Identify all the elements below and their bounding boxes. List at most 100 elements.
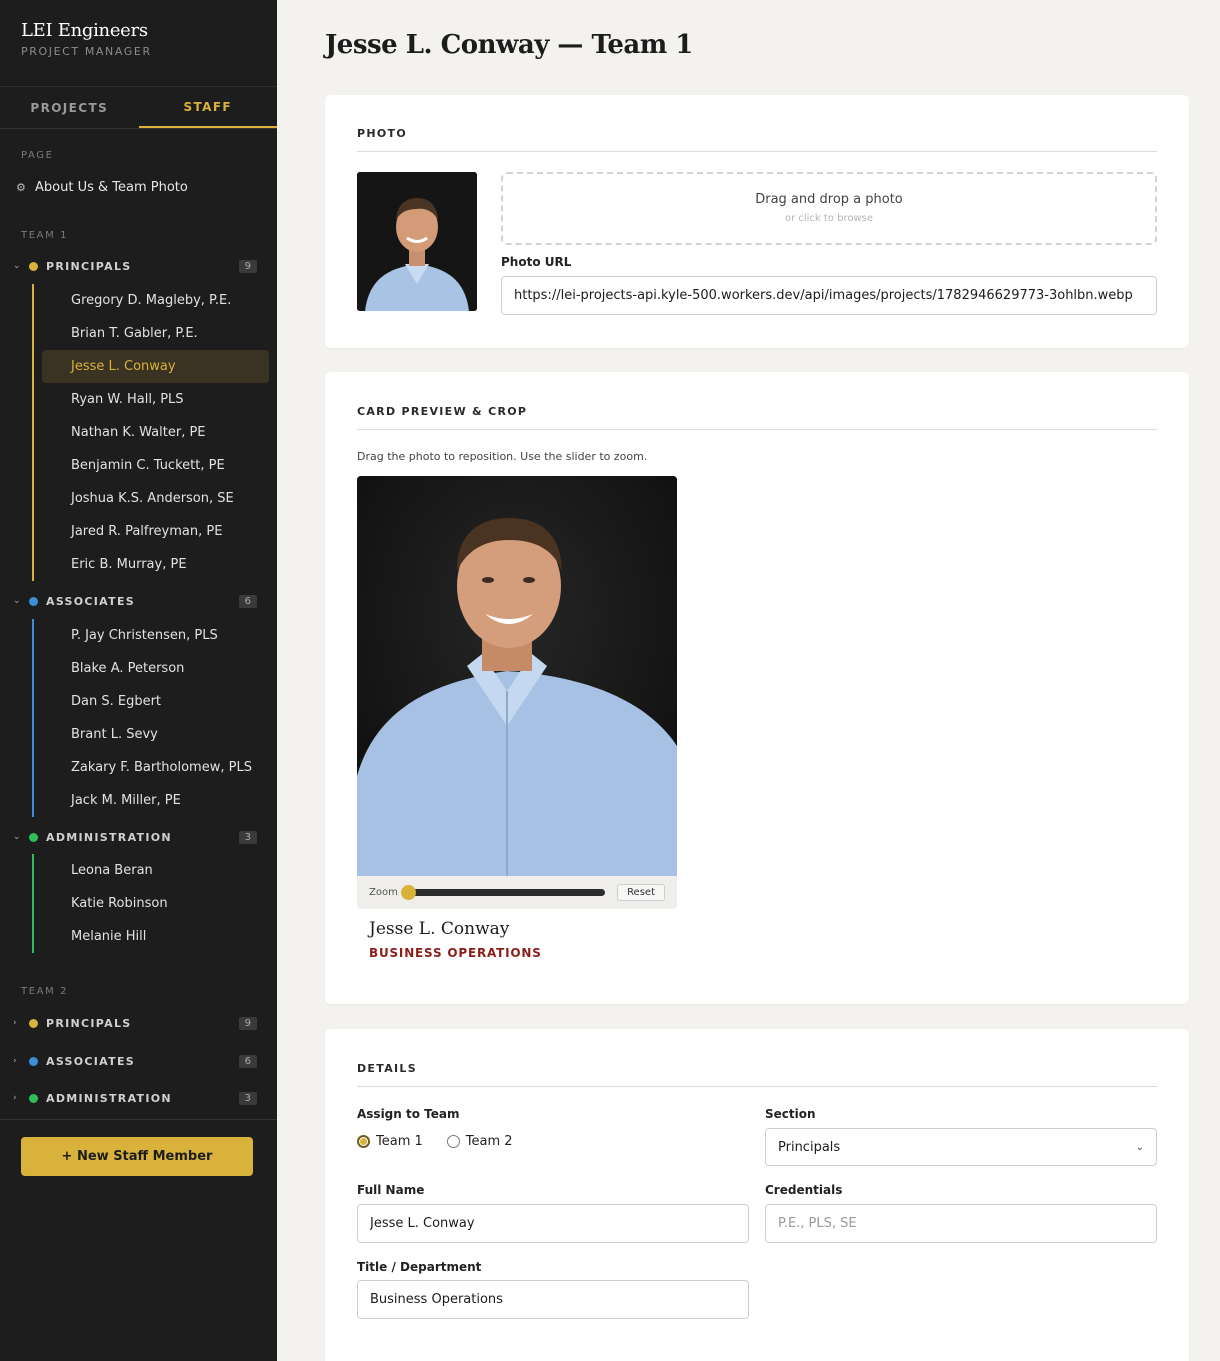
staff-item[interactable]: Jack M. Miller, PE: [32, 784, 277, 817]
group-header-administration[interactable]: › ADMINISTRATION 3: [0, 1087, 277, 1109]
card-preview-title: BUSINESS OPERATIONS: [369, 946, 542, 960]
status-dot: [29, 1093, 38, 1103]
sidebar-divider: [0, 1119, 277, 1120]
sidebar-item-label: About Us & Team Photo: [35, 179, 188, 195]
photo-dropzone[interactable]: Drag and drop a photo or click to browse: [501, 172, 1157, 245]
count-badge: 9: [238, 1016, 257, 1030]
chevron-down-icon: ⌄: [13, 261, 21, 271]
zoom-slider-handle[interactable]: [401, 885, 416, 900]
full-name-input[interactable]: [357, 1204, 749, 1243]
chevron-down-icon: ⌄: [13, 596, 21, 606]
sidebar: LEI Engineers PROJECT MANAGER PROJECTS S…: [0, 0, 277, 1361]
team1-label: TEAM 1: [21, 230, 69, 241]
credentials-label: Credentials: [765, 1183, 843, 1197]
staff-item[interactable]: Brian T. Gabler, P.E.: [32, 317, 277, 350]
staff-item[interactable]: Ryan W. Hall, PLS: [32, 383, 277, 416]
status-dot: [29, 261, 38, 271]
staff-item[interactable]: Nathan K. Walter, PE: [32, 416, 277, 449]
staff-item[interactable]: Zakary F. Bartholomew, PLS: [32, 751, 277, 784]
group-header-associates[interactable]: ⌄ ASSOCIATES 6: [0, 590, 277, 612]
team1-radio-label: Team 1: [376, 1134, 423, 1149]
crop-area: Zoom Reset: [357, 476, 677, 909]
staff-item[interactable]: Gregory D. Magleby, P.E.: [32, 284, 277, 317]
details-card: DETAILS Assign to Team Team 1 Team 2 Sec…: [325, 1029, 1189, 1361]
group-title: PRINCIPALS: [46, 259, 132, 273]
group-title: ASSOCIATES: [46, 594, 135, 608]
department-label: Title / Department: [357, 1260, 482, 1274]
count-badge: 3: [238, 1091, 257, 1105]
staff-item[interactable]: Eric B. Murray, PE: [32, 548, 277, 581]
group-rail: [32, 854, 34, 953]
staff-item[interactable]: Benjamin C. Tuckett, PE: [32, 449, 277, 482]
sidebar-item-about-us[interactable]: ⚙ About Us & Team Photo: [0, 176, 277, 198]
group-header-principals[interactable]: › PRINCIPALS 9: [0, 1012, 277, 1034]
status-dot: [29, 832, 38, 842]
tab-projects[interactable]: PROJECTS: [0, 87, 139, 128]
brand: LEI Engineers PROJECT MANAGER: [0, 0, 277, 87]
staff-item[interactable]: Leona Beran: [32, 854, 277, 887]
count-badge: 6: [238, 594, 257, 608]
team1-radio[interactable]: [357, 1135, 370, 1148]
staff-item[interactable]: Melanie Hill: [32, 920, 277, 953]
section-label: Section: [765, 1107, 816, 1121]
details-heading: DETAILS: [357, 1062, 1157, 1087]
crop-photo[interactable]: [357, 476, 677, 876]
status-dot: [29, 596, 38, 606]
group-header-principals[interactable]: ⌄ PRINCIPALS 9: [0, 255, 277, 277]
chevron-right-icon: ›: [13, 1093, 17, 1103]
group-title: ADMINISTRATION: [46, 830, 172, 844]
preview-hint: Drag the photo to reposition. Use the sl…: [357, 450, 648, 463]
staff-item[interactable]: Joshua K.S. Anderson, SE: [32, 482, 277, 515]
team1-administration-group: ⌄ ADMINISTRATION 3 Leona Beran Katie Rob…: [0, 826, 277, 953]
group-rail: [32, 284, 34, 581]
card-preview-card: CARD PREVIEW & CROP Drag the photo to re…: [325, 372, 1189, 1004]
staff-item[interactable]: Brant L. Sevy: [32, 718, 277, 751]
staff-item[interactable]: Blake A. Peterson: [32, 652, 277, 685]
member-list: Leona Beran Katie Robinson Melanie Hill: [32, 854, 277, 953]
tab-staff[interactable]: STAFF: [138, 87, 277, 128]
staff-item[interactable]: Katie Robinson: [32, 887, 277, 920]
full-name-label: Full Name: [357, 1183, 425, 1197]
group-rail: [32, 619, 34, 817]
photo-url-input[interactable]: [501, 276, 1157, 315]
credentials-input[interactable]: [765, 1204, 1157, 1243]
member-list: P. Jay Christensen, PLS Blake A. Peterso…: [32, 619, 277, 817]
page-section-label: PAGE: [21, 150, 54, 161]
dropzone-label: Drag and drop a photo: [755, 192, 903, 207]
staff-item[interactable]: Jared R. Palfreyman, PE: [32, 515, 277, 548]
reset-button[interactable]: Reset: [617, 884, 665, 901]
section-select-value: Principals: [778, 1139, 841, 1155]
page-title: Jesse L. Conway — Team 1: [325, 30, 693, 60]
count-badge: 9: [238, 259, 257, 273]
photo-thumbnail: [357, 172, 477, 311]
count-badge: 3: [238, 830, 257, 844]
chevron-down-icon: ⌄: [13, 832, 21, 842]
group-header-associates[interactable]: › ASSOCIATES 6: [0, 1050, 277, 1072]
chevron-right-icon: ›: [13, 1018, 17, 1028]
card-preview-name: Jesse L. Conway: [369, 919, 510, 939]
brand-subtitle: PROJECT MANAGER: [21, 45, 152, 58]
team-radio-group: Team 1 Team 2: [357, 1134, 513, 1149]
photo-url-label: Photo URL: [501, 255, 572, 269]
group-title: ADMINISTRATION: [46, 1091, 172, 1105]
gear-icon: ⚙: [16, 180, 26, 194]
brand-name: LEI Engineers: [21, 20, 148, 41]
staff-item[interactable]: Dan S. Egbert: [32, 685, 277, 718]
staff-item[interactable]: P. Jay Christensen, PLS: [32, 619, 277, 652]
member-list: Gregory D. Magleby, P.E. Brian T. Gabler…: [32, 284, 277, 581]
section-select[interactable]: Principals ⌄: [765, 1128, 1157, 1166]
team2-radio[interactable]: [446, 1135, 460, 1148]
photo-heading: PHOTO: [357, 127, 1157, 152]
staff-item-selected[interactable]: Jesse L. Conway: [42, 350, 269, 383]
team1-principals-group: ⌄ PRINCIPALS 9 Gregory D. Magleby, P.E. …: [0, 255, 277, 581]
group-header-administration[interactable]: ⌄ ADMINISTRATION 3: [0, 826, 277, 848]
group-title: PRINCIPALS: [46, 1016, 132, 1030]
new-staff-member-button[interactable]: + New Staff Member: [21, 1137, 253, 1176]
team1-associates-group: ⌄ ASSOCIATES 6 P. Jay Christensen, PLS B…: [0, 590, 277, 817]
assign-team-label: Assign to Team: [357, 1107, 460, 1121]
department-input[interactable]: [357, 1280, 749, 1319]
group-title: ASSOCIATES: [46, 1054, 135, 1068]
team2-radio-label: Team 2: [465, 1134, 513, 1149]
dropzone-sublabel: or click to browse: [784, 213, 874, 224]
zoom-slider[interactable]: [401, 885, 606, 900]
